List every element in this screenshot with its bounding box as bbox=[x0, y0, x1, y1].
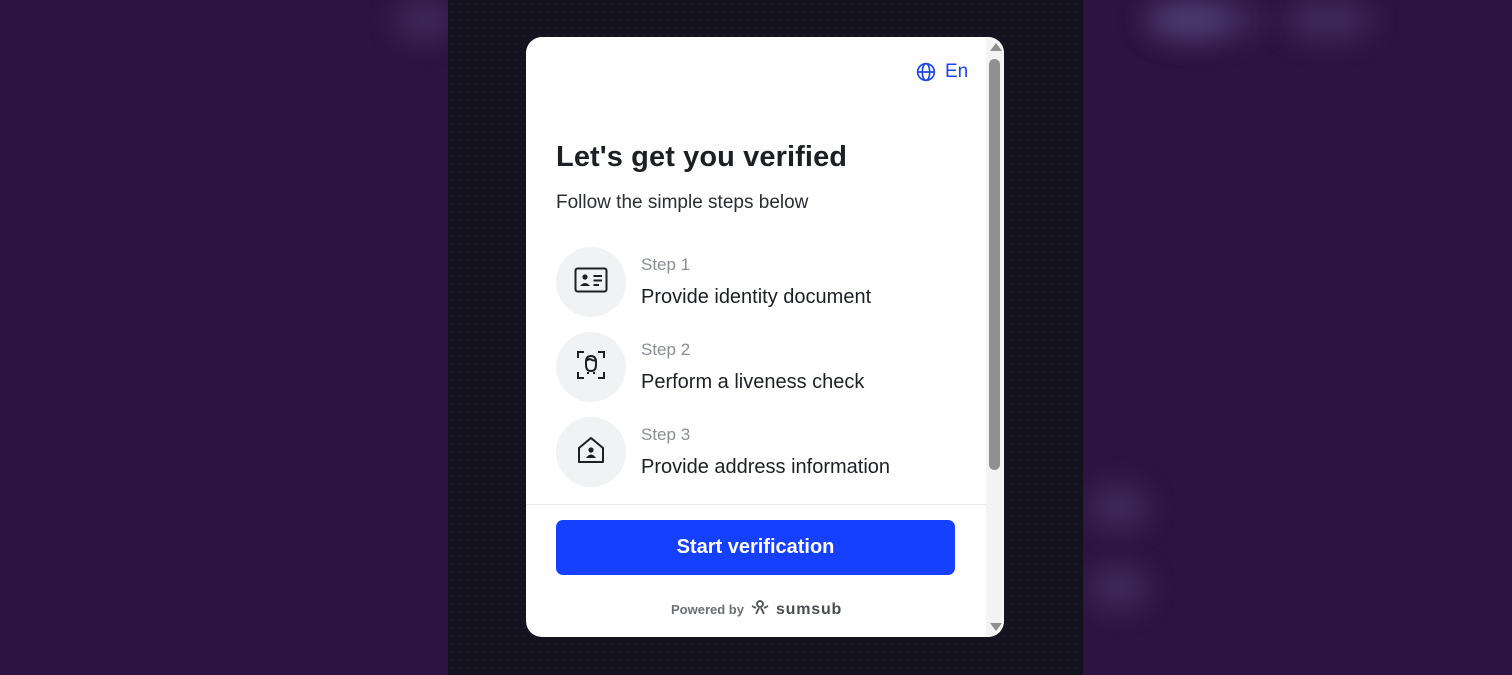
scroll-down-arrow-icon[interactable] bbox=[990, 623, 1002, 631]
step-label: Provide address information bbox=[641, 456, 891, 478]
home-person-icon bbox=[576, 436, 606, 469]
powered-by: Powered by sumsub bbox=[671, 599, 842, 620]
powered-by-label: Powered by bbox=[671, 602, 744, 617]
language-selector[interactable]: En bbox=[916, 61, 968, 83]
globe-icon bbox=[916, 62, 936, 82]
step-icon-container bbox=[556, 417, 626, 487]
sumsub-logo-icon bbox=[750, 599, 770, 620]
step-icon-container bbox=[556, 247, 626, 317]
scroll-up-arrow-icon[interactable] bbox=[990, 43, 1002, 51]
step-number: Step 1 bbox=[641, 255, 691, 274]
step-number: Step 2 bbox=[641, 340, 691, 359]
face-scan-icon bbox=[576, 350, 606, 385]
page-background-left bbox=[0, 0, 455, 675]
scrollbar[interactable] bbox=[986, 37, 1004, 637]
step-number: Step 3 bbox=[641, 425, 691, 444]
step-item-address: Step 3 Provide address information bbox=[556, 417, 976, 489]
background-blur bbox=[1143, 0, 1263, 40]
start-verification-button[interactable]: Start verification bbox=[556, 520, 955, 575]
step-icon-container bbox=[556, 332, 626, 402]
step-label: Perform a liveness check bbox=[641, 371, 865, 393]
page-background-right bbox=[1083, 0, 1512, 675]
id-card-icon bbox=[574, 267, 608, 298]
page-subtitle: Follow the simple steps below bbox=[556, 192, 809, 213]
step-item-identity: Step 1 Provide identity document bbox=[556, 247, 976, 319]
background-blur bbox=[1088, 565, 1148, 610]
verification-modal: En Let's get you verified Follow the sim… bbox=[526, 37, 1004, 637]
background-blur bbox=[1088, 485, 1148, 530]
step-item-liveness: Step 2 Perform a liveness check bbox=[556, 332, 976, 404]
scrollbar-thumb[interactable] bbox=[989, 59, 1000, 470]
background-blur bbox=[395, 0, 455, 40]
brand-name: sumsub bbox=[775, 600, 843, 618]
footer-divider bbox=[526, 504, 986, 505]
page-title: Let's get you verified bbox=[556, 141, 848, 173]
background-blur bbox=[1283, 0, 1373, 40]
step-label: Provide identity document bbox=[641, 286, 872, 308]
language-label: En bbox=[945, 61, 969, 82]
